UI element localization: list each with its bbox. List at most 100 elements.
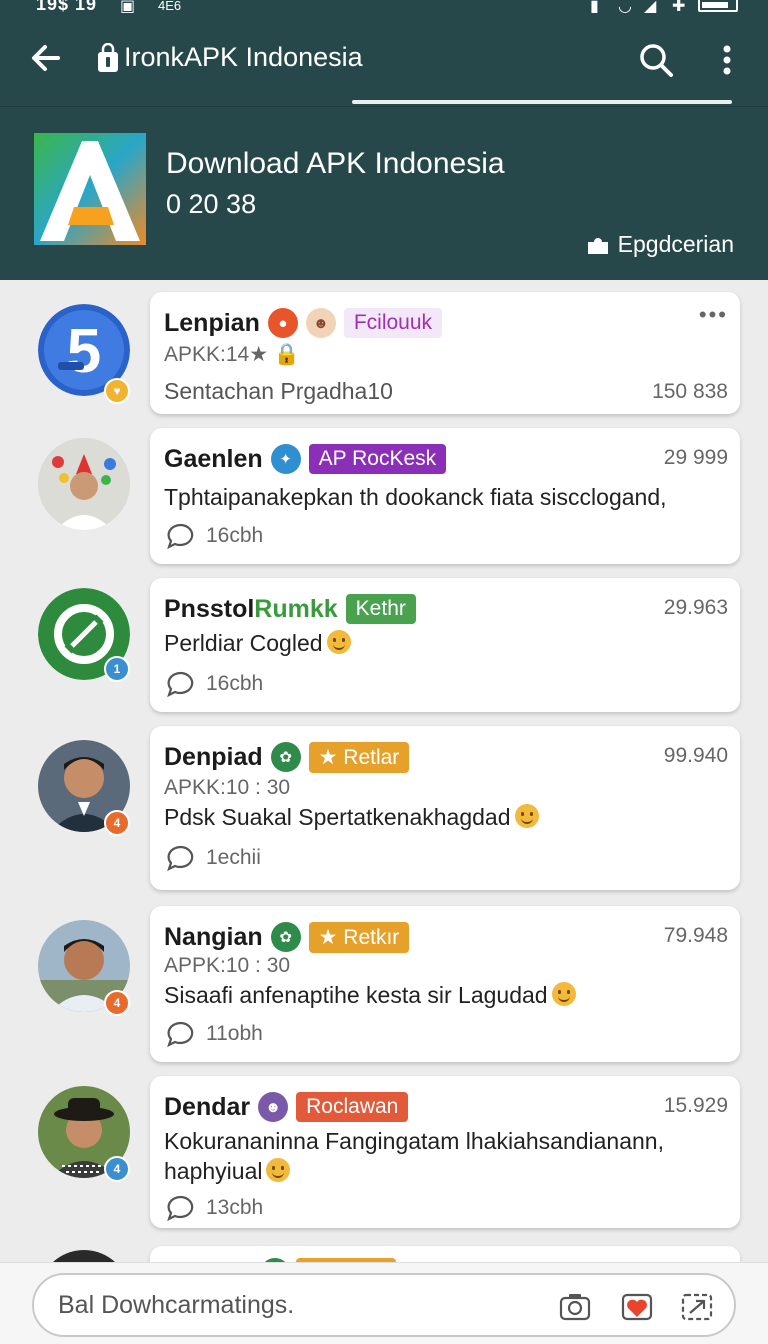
composer-bar (0, 1262, 768, 1344)
shopping-bag-icon (98, 42, 118, 72)
comment-icon (167, 845, 194, 872)
lock-icon: 🔒 (273, 343, 301, 366)
comment-button[interactable]: 16cbh (166, 522, 263, 550)
comment-count: 1echii (206, 846, 261, 869)
composer-field[interactable] (32, 1273, 736, 1337)
post-count: 29 999 (663, 446, 728, 469)
location-pin-icon: ● (267, 308, 298, 338)
post-card[interactable]: Dendar ☻ Roclawan 15.929 Kokurananinna F… (150, 1076, 740, 1228)
post-text-2: haphyiual (164, 1158, 263, 1184)
comment-button[interactable]: 16cbh (166, 670, 263, 698)
tab-indicator (352, 100, 732, 104)
post-tag[interactable]: Fcilouuk (343, 308, 443, 338)
back-arrow-icon[interactable] (26, 38, 66, 78)
battery-icon (698, 0, 738, 12)
post-count: 15.929 (663, 1094, 728, 1117)
sticker-heart-icon[interactable] (620, 1291, 654, 1323)
post-text: Kokurananinna Fangingatam lhakiahsandian… (164, 1128, 664, 1154)
post-text-line: haphyiual (164, 1158, 291, 1185)
post-tag[interactable]: Kethr (345, 594, 416, 624)
comment-icon (167, 671, 194, 698)
profile-header: Download APK Indonesia 0 20 38 Epgdceria… (0, 106, 768, 280)
attachment-icon[interactable] (680, 1291, 714, 1323)
comment-count: 11obh (206, 1022, 263, 1045)
comment-icon (167, 523, 194, 550)
status-time: 19$ 19 (36, 0, 98, 14)
smile-emoji-icon (551, 982, 576, 1006)
composer-input[interactable] (58, 1289, 538, 1321)
post-tag[interactable]: ★ Retkır (308, 921, 410, 953)
post-username: Nangian (164, 922, 263, 951)
user-avatar-icon: ☻ (305, 308, 336, 338)
post-username: Denpiad (164, 742, 263, 771)
post-text: Sisaafi anfenaptihe kesta sir Lagudad (164, 982, 548, 1008)
post-username-highlight: Rumkk (254, 594, 338, 623)
post-tag[interactable]: ★ Retlar (308, 741, 410, 773)
more-vert-icon[interactable] (710, 40, 744, 80)
comment-count: 13cbh (206, 1196, 264, 1219)
comment-icon (167, 1195, 194, 1222)
post-text: Sentachan Prgadha10 (164, 378, 393, 404)
post-badge: 4 (104, 810, 130, 836)
comment-button[interactable]: 13cbh (166, 1194, 263, 1222)
post-card[interactable]: Denpiad ✿ ★ Retlar 99.940 APKK:10 : 30 P… (150, 726, 740, 890)
comment-count: 16cbh (206, 672, 264, 695)
header-code: 0 20 38 (166, 189, 257, 219)
post-text-line: Pdsk Suakal Spertatkenakhagdad (164, 804, 539, 831)
more-horiz-icon[interactable]: ••• (699, 302, 728, 328)
svg-text:5: 5 (67, 317, 101, 386)
post-meta: APKK:14★ 🔒 (164, 342, 300, 367)
header-action-button[interactable]: Epgdcerian (586, 231, 734, 258)
post-meta-text: APKK:14★ (164, 343, 269, 366)
puzzle-icon (587, 237, 608, 254)
app-bar: IronkAPK Indonesia (0, 20, 768, 106)
verified-icon: ✿ (270, 922, 301, 952)
verified-badge: ♥ (104, 378, 130, 404)
smile-emoji-icon (514, 804, 539, 828)
party-hat-person-avatar (38, 438, 130, 530)
signal-icon: ◢ (644, 0, 657, 15)
wifi-icon: ◡ (618, 0, 632, 15)
notification-icon: ▣ (120, 0, 136, 15)
post-text: Pdsk Suakal Spertatkenakhagdad (164, 804, 511, 830)
post-tag[interactable]: AP RocKesk (308, 444, 447, 474)
smile-emoji-icon (266, 1158, 291, 1182)
post-count: 150 838 (652, 380, 728, 403)
comment-button[interactable]: 1echii (166, 844, 261, 872)
smile-emoji-icon (326, 630, 351, 654)
app-title-group: IronkAPK Indonesia (96, 42, 363, 73)
post-feed[interactable]: 5 ♥ Lenpian ● ☻ Fcilouuk ••• APKK:14★ 🔒 … (0, 280, 768, 1270)
vibrate-icon: ▮ (590, 0, 599, 15)
comment-button[interactable]: 11obh (166, 1020, 263, 1048)
network-label: 4E6 (158, 0, 182, 13)
post-meta: APKK:10 : 30 (164, 776, 291, 799)
search-icon[interactable] (636, 40, 676, 80)
camera-icon[interactable] (558, 1291, 592, 1323)
post-text: Tphtaipanakepkan th dookanck fiata siscc… (164, 484, 667, 510)
header-title: Download APK Indonesia (166, 147, 505, 180)
post-badge: 4 (104, 990, 130, 1016)
post-card[interactable]: Gaenlen ✦ AP RocKesk 29 999 Tphtaipanake… (150, 428, 740, 564)
comment-count: 16cbh (206, 524, 264, 547)
post-username: Dendar (164, 1092, 251, 1121)
status-bar: 19$ 19 ▣ 4E6 ▮ ◡ ◢ ✚ (0, 0, 768, 20)
post-username: Gaenlen (164, 444, 263, 473)
post-card[interactable]: PnsstolRumkk Kethr 29.963 Perldiar Cogle… (150, 578, 740, 712)
post-text-line: Perldiar Cogled (164, 630, 351, 657)
post-card[interactable]: Nangian ✿ ★ Retkır 79.948 APPK:10 : 30 S… (150, 906, 740, 1062)
post-count: 79.948 (663, 924, 728, 947)
post-username: Lenpian (164, 308, 260, 337)
verified-icon: ✿ (270, 742, 301, 772)
post-tag[interactable]: Roclawan (296, 1092, 409, 1122)
apk-logo-icon (34, 133, 146, 245)
post-count: 99.940 (663, 744, 728, 767)
post-badge: 4 (104, 1156, 130, 1182)
app-title: IronkAPK Indonesia (124, 42, 363, 72)
mute-icon: ✚ (672, 0, 686, 15)
post-count: 29.963 (663, 596, 728, 619)
post-card[interactable]: Lenpian ● ☻ Fcilouuk ••• APKK:14★ 🔒 Sent… (150, 292, 740, 414)
comment-icon (167, 1021, 194, 1048)
post-avatar[interactable] (38, 438, 130, 530)
post-text: Perldiar Cogled (164, 630, 323, 656)
verified-icon: ✦ (270, 444, 301, 474)
